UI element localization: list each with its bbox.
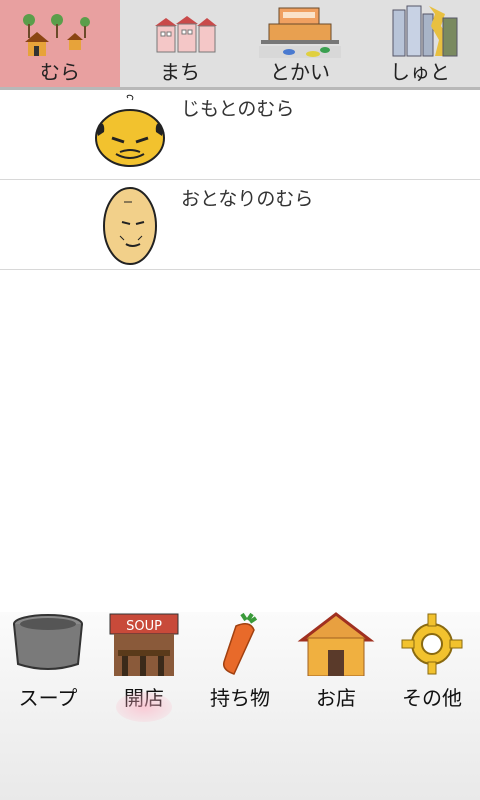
shop-icon <box>297 612 375 676</box>
list-item-next-village[interactable]: おとなりのむら <box>0 180 480 270</box>
list-item-title: おとなりのむら <box>181 188 314 210</box>
bottom-nav: スープ SOUP 開店 持 <box>0 612 480 800</box>
top-tab-bar: むら まち とかい しゅと <box>0 0 480 90</box>
app-screen: むら まち とかい しゅと じもとのむら おとなりのむら スープ SOUP 持ち… <box>0 0 480 800</box>
stall-sign: SOUP <box>126 619 162 634</box>
gear-icon <box>401 613 463 675</box>
nav-label: お店 <box>316 686 356 710</box>
tab-village[interactable]: むら <box>0 0 120 87</box>
nav-soup[interactable]: スープ <box>0 612 96 722</box>
nav-inventory[interactable]: 持ち物 <box>192 612 288 722</box>
nav-shop[interactable]: お店 <box>288 612 384 722</box>
capital-icon <box>392 5 458 57</box>
soup-pot-icon <box>13 614 83 670</box>
nav-open-shop[interactable]: SOUP 開店 <box>96 612 192 722</box>
list-item-title: じもとのむら <box>181 98 295 120</box>
tab-label: まち <box>160 60 200 84</box>
bald-elder-face-icon <box>95 94 165 167</box>
tab-label: むら <box>40 60 80 84</box>
nav-label: 持ち物 <box>210 686 270 710</box>
nav-label: その他 <box>402 686 462 710</box>
carrot-icon <box>222 612 258 675</box>
old-man-face-icon <box>103 187 157 265</box>
list-item-home-village[interactable]: じもとのむら <box>0 90 480 180</box>
soup-stall-icon: SOUP <box>109 613 179 676</box>
nav-other[interactable]: その他 <box>384 612 480 722</box>
village-icon <box>23 14 90 56</box>
village-list: じもとのむら おとなりのむら <box>0 90 480 270</box>
tab-label: しゅと <box>390 60 450 84</box>
tab-town[interactable]: まち <box>120 0 240 87</box>
tab-capital[interactable]: しゅと <box>360 0 480 87</box>
city-icon <box>259 7 341 58</box>
bottom-nav-items: スープ SOUP 開店 持 <box>0 612 480 722</box>
nav-label: スープ <box>18 686 78 710</box>
selected-highlight <box>116 692 172 722</box>
tab-label: とかい <box>270 60 330 84</box>
town-icon <box>155 16 217 53</box>
tab-city[interactable]: とかい <box>240 0 360 87</box>
